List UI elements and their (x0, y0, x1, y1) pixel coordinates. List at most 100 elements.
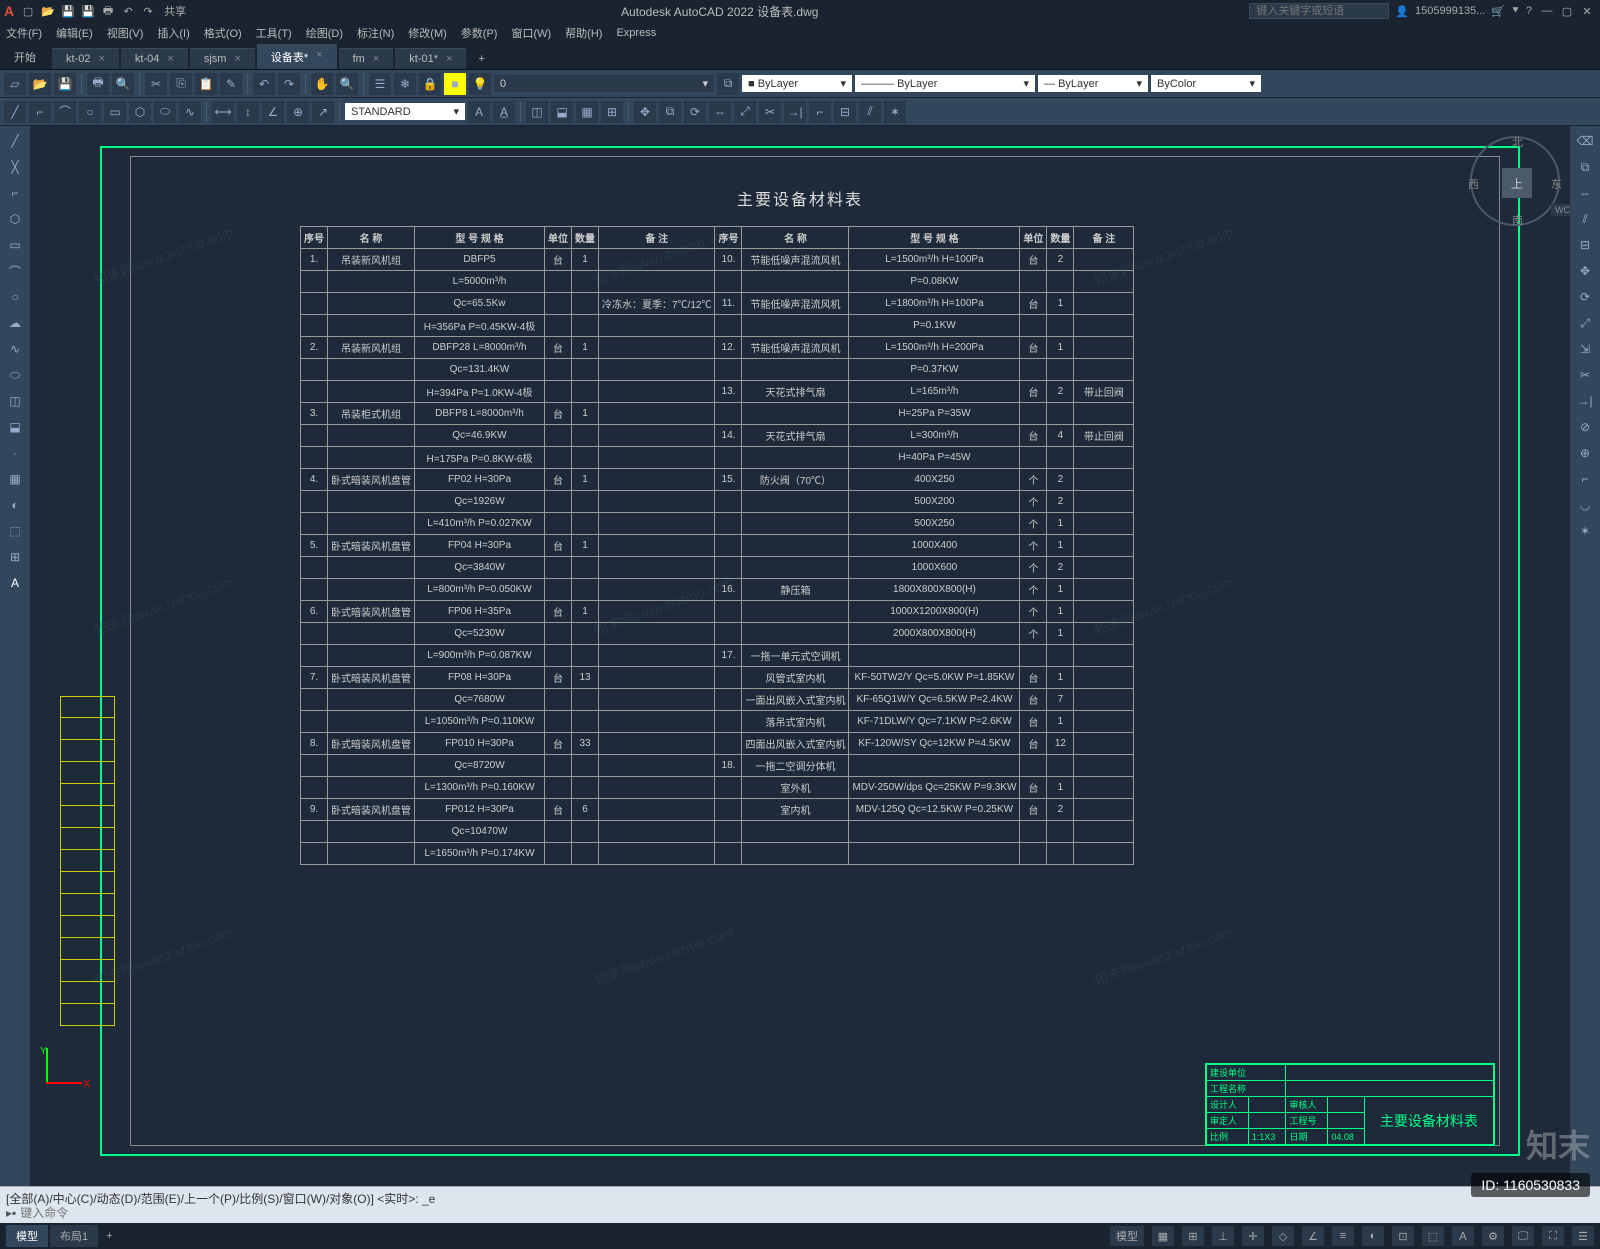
chamfer-icon[interactable]: ⌐ (1573, 468, 1597, 490)
gradient-icon[interactable]: ◐ (3, 494, 27, 516)
xline-icon[interactable]: ╳ (3, 156, 27, 178)
minimize-icon[interactable]: — (1538, 3, 1556, 19)
tab-start[interactable]: 开始 (0, 45, 50, 69)
extend-icon[interactable]: →| (784, 101, 806, 123)
cart-icon[interactable]: 🛒 (1491, 5, 1505, 18)
menu-item[interactable]: 绘图(D) (306, 25, 343, 41)
offset2-icon[interactable]: ⫽ (1573, 208, 1597, 230)
trim-icon[interactable]: ✂ (759, 101, 781, 123)
tab-close-icon[interactable]: × (167, 53, 173, 65)
tab-close-icon[interactable]: × (446, 53, 452, 65)
circle-tool-icon[interactable]: ○ (79, 101, 101, 123)
stretch-icon[interactable]: ⇲ (1573, 338, 1597, 360)
menu-item[interactable]: 编辑(E) (56, 25, 93, 41)
tab-close-icon[interactable]: × (373, 53, 379, 65)
table2-icon[interactable]: ⊞ (3, 546, 27, 568)
status-model-label[interactable]: 模型 (1110, 1226, 1144, 1246)
menu-item[interactable]: 视图(V) (107, 25, 144, 41)
file-tab[interactable]: fm× (339, 48, 394, 69)
dim-angle-icon[interactable]: ∠ (262, 101, 284, 123)
paste-icon[interactable]: 📋 (195, 73, 217, 95)
file-tab[interactable]: sjsm× (190, 48, 255, 69)
hatch2-icon[interactable]: ▦ (3, 468, 27, 490)
transparency-icon[interactable]: ◐ (1362, 1226, 1384, 1246)
join-icon[interactable]: ⊕ (1573, 442, 1597, 464)
layer-on-icon[interactable]: 💡 (469, 73, 491, 95)
mtext2-icon[interactable]: A (3, 572, 27, 594)
otrack-icon[interactable]: ∠ (1302, 1226, 1324, 1246)
help-search-input[interactable] (1249, 3, 1389, 19)
dim-h-icon[interactable]: ⟷ (212, 101, 234, 123)
new-doc-icon[interactable]: ▱ (4, 73, 26, 95)
share-label[interactable]: 共享 (160, 3, 190, 19)
maximize-icon[interactable]: ▢ (1558, 3, 1576, 19)
save-icon[interactable]: 💾 (60, 3, 76, 19)
linetype-dropdown[interactable]: ——— ByLayer▾ (855, 75, 1035, 92)
zoom-icon[interactable]: 🔍 (336, 73, 358, 95)
menu-item[interactable]: 帮助(H) (565, 25, 602, 41)
fillet2-icon[interactable]: ◡ (1573, 494, 1597, 516)
sc-icon[interactable]: ⬚ (1422, 1226, 1444, 1246)
layer-icon[interactable]: ☰ (369, 73, 391, 95)
erase-icon[interactable]: ⌫ (1573, 130, 1597, 152)
line-icon[interactable]: ╱ (3, 130, 27, 152)
break-icon[interactable]: ⊘ (1573, 416, 1597, 438)
menu-item[interactable]: 标注(N) (357, 25, 394, 41)
block-icon[interactable]: ◫ (526, 101, 548, 123)
dim-leader-icon[interactable]: ↗ (312, 101, 334, 123)
layer-props-icon[interactable]: ⧉ (717, 73, 739, 95)
open-doc-icon[interactable]: 📂 (29, 73, 51, 95)
hatch-icon[interactable]: ▦ (576, 101, 598, 123)
extend2-icon[interactable]: →| (1573, 390, 1597, 412)
block2-icon[interactable]: ⬓ (3, 416, 27, 438)
menu-item[interactable]: 修改(M) (408, 25, 447, 41)
tab-close-icon[interactable]: × (234, 53, 240, 65)
pline2-icon[interactable]: ⌐ (3, 182, 27, 204)
point-icon[interactable]: · (3, 442, 27, 464)
tab-add[interactable]: + (468, 49, 494, 69)
menu-item[interactable]: Express (616, 27, 656, 39)
layer-state-icon[interactable]: ❄ (394, 73, 416, 95)
tab-close-icon[interactable]: × (316, 49, 322, 65)
file-tab[interactable]: kt-04× (121, 48, 188, 69)
insert2-icon[interactable]: ◫ (3, 390, 27, 412)
saveas-icon[interactable]: 💾 (80, 3, 96, 19)
osnap-icon[interactable]: ◇ (1272, 1226, 1294, 1246)
spline-tool-icon[interactable]: ∿ (179, 101, 201, 123)
redo2-icon[interactable]: ↷ (278, 73, 300, 95)
cut-icon[interactable]: ✂ (145, 73, 167, 95)
scale-icon[interactable]: ⤢ (734, 101, 756, 123)
user-icon[interactable]: 👤 (1395, 5, 1409, 18)
file-tab[interactable]: 设备表*× (257, 44, 337, 69)
layer-color-icon[interactable]: ■ (444, 73, 466, 95)
grid-icon[interactable]: ▦ (1152, 1226, 1174, 1246)
file-tab[interactable]: kt-01*× (395, 48, 466, 69)
pline-tool-icon[interactable]: ⌐ (29, 101, 51, 123)
dim-radius-icon[interactable]: ⊕ (287, 101, 309, 123)
layer-lock-icon[interactable]: 🔒 (419, 73, 441, 95)
polygon-tool-icon[interactable]: ⬡ (129, 101, 151, 123)
open-icon[interactable]: 📂 (40, 3, 56, 19)
pan-icon[interactable]: ✋ (311, 73, 333, 95)
plotstyle-dropdown[interactable]: ByColor▾ (1151, 75, 1261, 92)
fullscreen-icon[interactable]: ⛶ (1542, 1226, 1564, 1246)
rotate-icon[interactable]: ⟳ (684, 101, 706, 123)
arc-tool-icon[interactable]: ⌒ (54, 101, 76, 123)
scale2-icon[interactable]: ⤢ (1573, 312, 1597, 334)
region-icon[interactable]: ⬚ (3, 520, 27, 542)
polar-icon[interactable]: ✛ (1242, 1226, 1264, 1246)
command-line[interactable]: ▸▪ (6, 1206, 1594, 1220)
move2-icon[interactable]: ✥ (1573, 260, 1597, 282)
rect2-icon[interactable]: ▭ (3, 234, 27, 256)
array2-icon[interactable]: ⊟ (1573, 234, 1597, 256)
copy-icon[interactable]: ⎘ (170, 73, 192, 95)
tab-close-icon[interactable]: × (98, 53, 104, 65)
ellipse-tool-icon[interactable]: ⬭ (154, 101, 176, 123)
revcloud-icon[interactable]: ☁ (3, 312, 27, 334)
copy3-icon[interactable]: ⧉ (1573, 156, 1597, 178)
menu-item[interactable]: 插入(I) (157, 25, 189, 41)
color-bylayer-dropdown[interactable]: ■ ByLayer▾ (742, 75, 852, 92)
table-icon[interactable]: ⊞ (601, 101, 623, 123)
help-icon[interactable]: ? (1526, 5, 1532, 17)
text-tool-icon[interactable]: A (468, 101, 490, 123)
